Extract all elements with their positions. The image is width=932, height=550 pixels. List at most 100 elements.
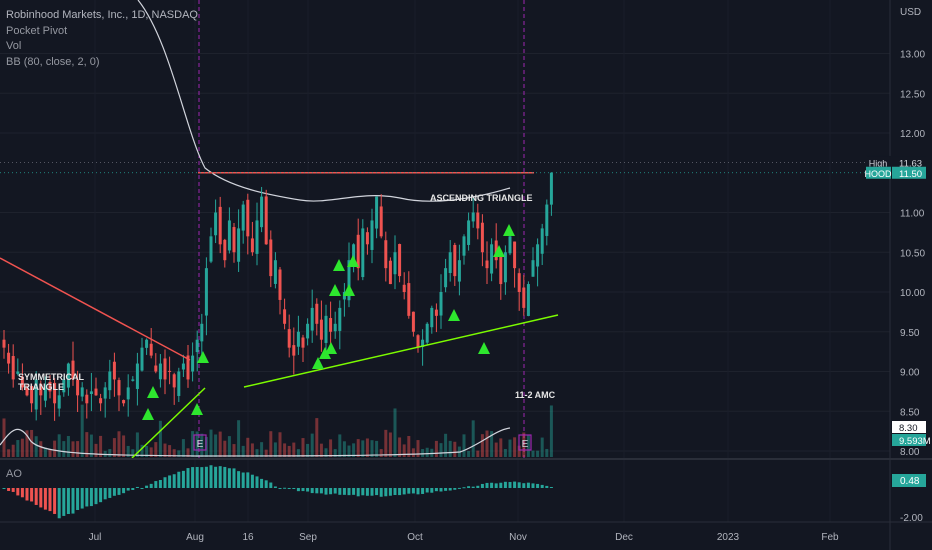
candle-body — [214, 212, 218, 236]
price-tick-label: 9.50 — [900, 328, 920, 339]
ao-bar — [310, 488, 314, 494]
annotation-symmetrical-line: SYMMETRICAL — [18, 372, 84, 382]
candle-body — [393, 252, 397, 275]
volume-bar — [453, 441, 457, 457]
ao-bar — [195, 466, 199, 488]
ao-bar — [361, 488, 365, 496]
candle-body — [191, 355, 195, 372]
volume-bar — [365, 438, 369, 457]
volume-bar — [425, 447, 429, 457]
trendlines — [0, 162, 890, 459]
ao-bar — [448, 488, 452, 491]
candle-body — [283, 309, 287, 324]
volume-bar — [57, 434, 61, 457]
ao-bar — [388, 488, 392, 496]
ao-bar — [503, 481, 507, 488]
ao-bar — [227, 468, 231, 488]
indicator-bollinger[interactable]: BB (80, close, 2, 0) — [6, 55, 198, 71]
price-tick-label: 11.00 — [900, 209, 925, 220]
candle-body — [462, 236, 466, 256]
ao-bar — [352, 488, 356, 495]
ao-bar — [135, 486, 139, 488]
ao-bar — [223, 466, 227, 488]
candle-body — [177, 371, 181, 396]
symbol-title[interactable]: Robinhood Markets, Inc., 1D, NASDAQ — [6, 8, 198, 24]
volume-bar — [48, 449, 52, 457]
ao-legend[interactable]: AO — [6, 468, 22, 480]
candle-body — [149, 343, 153, 356]
candle-body — [531, 260, 535, 277]
ao-bar — [181, 470, 185, 488]
candle-body — [398, 244, 402, 277]
volume-bar — [223, 440, 227, 457]
candle-body — [145, 339, 149, 348]
ao-bar — [218, 466, 222, 488]
ao-bar — [306, 488, 310, 492]
volume-bar — [154, 442, 158, 457]
candle-body — [296, 331, 300, 347]
volume-bar — [260, 442, 264, 457]
candle-body — [241, 204, 245, 231]
ao-bar — [246, 472, 250, 488]
ao-value-label: 0.48 — [900, 476, 920, 487]
ao-bar — [34, 488, 38, 505]
ao-bar — [85, 488, 89, 507]
ao-bar — [57, 488, 61, 519]
volume-bar — [209, 429, 213, 457]
candlesticks — [2, 172, 553, 421]
indicator-volume[interactable]: Vol — [6, 39, 198, 55]
ao-bar — [342, 488, 346, 495]
ao-bar — [20, 488, 24, 498]
volume-bar — [370, 440, 374, 457]
volume-bar — [241, 445, 245, 457]
ao-bar — [149, 483, 153, 488]
candle-body — [117, 380, 121, 396]
ao-bar — [232, 468, 236, 488]
time-tick-label: Aug — [186, 532, 204, 543]
candle-body — [425, 323, 429, 343]
indicator-pocket-pivot[interactable]: Pocket Pivot — [6, 24, 198, 40]
candle-body — [218, 206, 222, 245]
candle-body — [122, 400, 126, 404]
ao-bar — [177, 471, 181, 488]
annotation-symmetrical-triangle: SYMMETRICAL TRIANGLE — [18, 372, 84, 392]
volume-bar — [494, 442, 498, 457]
volume-bar — [292, 442, 296, 457]
volume-bar — [108, 449, 112, 457]
ao-bar — [112, 488, 116, 496]
candle-body — [246, 199, 250, 237]
candle-body — [154, 365, 158, 372]
volume-bar — [283, 443, 287, 457]
volume-bar — [218, 431, 222, 457]
candle-body — [522, 287, 526, 308]
volume-bar — [301, 438, 305, 457]
volume-bar — [508, 439, 512, 457]
candle-body — [356, 234, 360, 269]
ao-bar — [66, 488, 70, 515]
ao-bar — [264, 480, 268, 488]
volume-bar — [122, 435, 126, 457]
ao-bar — [168, 475, 172, 488]
ao-bar — [43, 488, 47, 510]
ao-bar — [434, 488, 438, 492]
candle-body — [232, 227, 236, 253]
ao-bar — [191, 467, 195, 488]
volume-bar — [384, 429, 388, 457]
ao-bar — [329, 488, 333, 495]
candle-body — [388, 260, 392, 285]
price-tick-label: 10.50 — [900, 248, 925, 259]
volume-bar — [471, 420, 475, 457]
chart-canvas[interactable]: E E 0.48-2.00 13.00 12.50 12.00 11.00 10.50 10… — [0, 0, 932, 550]
volume-bar — [388, 432, 392, 457]
volume-bar — [503, 448, 507, 457]
pocket-pivot-marker — [191, 403, 203, 415]
ao-bar — [71, 488, 75, 514]
volume-bars — [2, 404, 553, 457]
ao-bar — [2, 488, 6, 489]
candle-body — [315, 303, 319, 324]
pocket-pivot-marker — [329, 284, 341, 296]
ao-bar — [393, 488, 397, 496]
pane-separator[interactable] — [0, 458, 932, 460]
candle-body — [526, 284, 530, 316]
pocket-pivot-marker — [333, 259, 345, 271]
